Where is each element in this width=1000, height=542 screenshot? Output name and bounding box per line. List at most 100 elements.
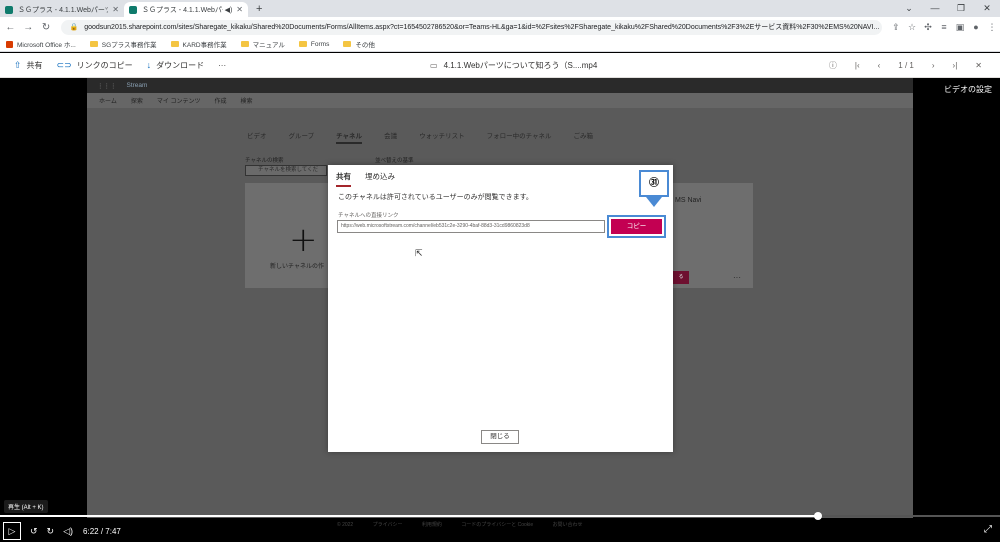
- tab-embed[interactable]: 埋め込み: [365, 171, 395, 187]
- office-icon: [6, 40, 13, 48]
- forward-icon[interactable]: →: [21, 22, 36, 33]
- browser-actions: ⇪ ☆ ✣ ≡ ▣ ● ⋮: [888, 22, 1000, 33]
- close-viewer-icon[interactable]: ✕: [975, 61, 982, 70]
- folder-icon: [240, 41, 249, 47]
- sort-label: 並べ替えの基準: [375, 158, 414, 164]
- seek-bar-fill: [0, 515, 818, 517]
- page-indicator: 1 / 1: [898, 61, 914, 70]
- share-button[interactable]: ⇧ 共有: [14, 60, 43, 71]
- extensions-icon[interactable]: ✣: [920, 22, 936, 33]
- player-controls: ▷ ↺ ↻ ◁) 6:22 / 7:47 ⤢: [0, 520, 1000, 542]
- volume-icon[interactable]: ◁): [63, 526, 73, 537]
- bookmark-forms[interactable]: Forms: [298, 41, 329, 48]
- rewind-10-icon[interactable]: ↺: [30, 526, 38, 537]
- mouse-cursor-icon: ⇱: [415, 248, 423, 258]
- window-dropdown-icon[interactable]: ⌄: [896, 0, 922, 17]
- bookmarks-bar: Microsoft Office ホ... SGプラス事務作業 KARD事務作業…: [0, 37, 1000, 52]
- close-window-icon[interactable]: ✕: [974, 0, 1000, 17]
- folder-icon: [170, 41, 179, 47]
- next-page-icon[interactable]: ›: [932, 61, 935, 70]
- new-channel-card: + 新しいチャネルの作: [245, 183, 329, 288]
- sharepoint-favicon-icon: [5, 5, 13, 14]
- more-button[interactable]: ···: [218, 61, 226, 70]
- file-title: ▭ 4.1.1.Webパーツについて知ろう（S....mp4: [430, 61, 598, 70]
- browser-tab-title: ＳＧプラス - 4.1.1.Webパーツ: [142, 6, 223, 14]
- share-dialog: 共有 埋め込み このチャネルは許可されているユーザーのみが閲覧できます。 チャネ…: [328, 165, 673, 452]
- seek-bar[interactable]: [0, 512, 1000, 520]
- close-dialog-button[interactable]: 閉じる: [481, 430, 519, 444]
- duration: 7:47: [105, 526, 121, 536]
- browser-tab-1[interactable]: ＳＧプラス - 4.1.1.Webパーツについ ✕: [0, 2, 124, 17]
- share-page-icon[interactable]: ⇪: [888, 22, 904, 33]
- time-display: 6:22 / 7:47: [83, 526, 121, 536]
- stream-page-frame: ⋮⋮⋮ Stream ホーム 探索 マイ コンテンツ 作成 検索 ビデオ グルー…: [87, 78, 913, 528]
- direct-link-label: チャネルへの直接リンク: [338, 213, 399, 219]
- copy-button[interactable]: コピー: [611, 219, 662, 234]
- forward-10-icon[interactable]: ↻: [47, 526, 55, 537]
- video-settings-button[interactable]: ビデオの設定: [944, 84, 992, 95]
- play-icon: ▷: [8, 525, 16, 536]
- lock-icon[interactable]: 🔒: [69, 23, 78, 31]
- channel-card: MS Navi る ···: [673, 183, 753, 288]
- new-tab-button[interactable]: +: [256, 3, 262, 15]
- bookmark-other[interactable]: その他: [343, 39, 375, 49]
- restore-icon[interactable]: ❐: [948, 0, 974, 17]
- reload-icon[interactable]: ↻: [39, 22, 54, 33]
- stream-nav: ホーム 探索 マイ コンテンツ 作成 検索: [87, 93, 913, 108]
- minimize-icon[interactable]: —: [922, 0, 948, 17]
- video-player[interactable]: ⋮⋮⋮ Stream ホーム 探索 マイ コンテンツ 作成 検索 ビデオ グルー…: [0, 78, 1000, 542]
- direct-link-field[interactable]: https://web.microsoftstream.com/channel/…: [337, 220, 605, 233]
- stream-tabs: ビデオ グループ チャネル 会議 ウォッチリスト フォロー中のチャネル ごみ箱: [247, 130, 615, 144]
- media-icon[interactable]: ≡: [936, 22, 952, 33]
- close-tab-icon[interactable]: ✕: [112, 5, 119, 14]
- bookmark-office[interactable]: Microsoft Office ホ...: [6, 39, 76, 49]
- menu-icon[interactable]: ⋮: [984, 22, 1000, 33]
- sharepoint-favicon-icon: [129, 5, 137, 14]
- profile-icon[interactable]: ●: [968, 22, 984, 33]
- channel-search-box: チャネルを検索してくだ: [245, 165, 327, 176]
- url-text: goodsun2015.sharepoint.com/sites/Sharega…: [84, 24, 880, 31]
- address-bar-row: ← → ↻ 🔒 goodsun2015.sharepoint.com/sites…: [0, 17, 1000, 37]
- download-button[interactable]: ↓ ダウンロード: [147, 60, 205, 71]
- dialog-tabs: 共有 埋め込み: [336, 171, 409, 187]
- callout-pointer: [646, 197, 662, 207]
- browser-tab-title: ＳＧプラス - 4.1.1.Webパーツについ: [18, 6, 109, 14]
- star-icon[interactable]: ☆: [904, 22, 920, 33]
- close-tab-icon[interactable]: ✕: [236, 5, 243, 14]
- video-file-icon: ▭: [430, 61, 438, 70]
- plus-icon: +: [289, 220, 318, 260]
- play-tooltip: 再生 (Alt + K): [4, 500, 48, 513]
- search-label: チャネルの検索: [245, 158, 284, 164]
- viewer-right-controls: ⓘ |‹ ‹ 1 / 1 › ›| ✕: [829, 53, 1000, 78]
- sidepanel-icon[interactable]: ▣: [952, 22, 968, 33]
- waffle-icon: ⋮⋮⋮: [97, 82, 117, 90]
- dialog-message: このチャネルは許可されているユーザーのみが閲覧できます。: [338, 194, 533, 201]
- bookmark-kard[interactable]: KARD事務作業: [170, 39, 227, 49]
- viewer-toolbar: ⇧ 共有 ⊂⊃ リンクのコピー ↓ ダウンロード ··· ▭ 4.1.1.Web…: [0, 53, 1000, 78]
- stream-header: ⋮⋮⋮ Stream: [87, 78, 913, 93]
- last-page-icon[interactable]: ›|: [953, 61, 958, 70]
- folder-icon: [343, 41, 352, 47]
- bookmark-sgplus[interactable]: SGプラス事務作業: [89, 39, 157, 49]
- play-button[interactable]: ▷: [3, 522, 21, 540]
- window-controls: ⌄ — ❐ ✕: [896, 0, 1000, 17]
- tab-share[interactable]: 共有: [336, 171, 351, 187]
- seek-handle[interactable]: [814, 512, 822, 520]
- bookmark-manual[interactable]: マニュアル: [240, 39, 285, 49]
- back-icon[interactable]: ←: [3, 22, 18, 33]
- download-icon: ↓: [146, 60, 152, 70]
- prev-page-icon[interactable]: ‹: [878, 61, 881, 70]
- current-time: 6:22: [83, 526, 99, 536]
- folder-icon: [298, 41, 307, 47]
- first-page-icon[interactable]: |‹: [855, 61, 860, 70]
- speaker-icon[interactable]: ◀): [225, 6, 233, 14]
- info-icon[interactable]: ⓘ: [829, 60, 837, 71]
- fullscreen-icon[interactable]: ⤢: [984, 524, 992, 535]
- copy-link-button[interactable]: ⊂⊃ リンクのコピー: [57, 60, 133, 71]
- link-icon: ⊂⊃: [56, 59, 72, 70]
- share-icon: ⇧: [14, 59, 22, 70]
- browser-tab-2[interactable]: ＳＧプラス - 4.1.1.Webパーツ ◀) ✕: [124, 2, 248, 17]
- browser-tab-strip: ＳＧプラス - 4.1.1.Webパーツについ ✕ ＳＧプラス - 4.1.1.…: [0, 0, 1000, 17]
- url-field[interactable]: 🔒 goodsun2015.sharepoint.com/sites/Share…: [61, 19, 883, 35]
- folder-icon: [89, 41, 98, 47]
